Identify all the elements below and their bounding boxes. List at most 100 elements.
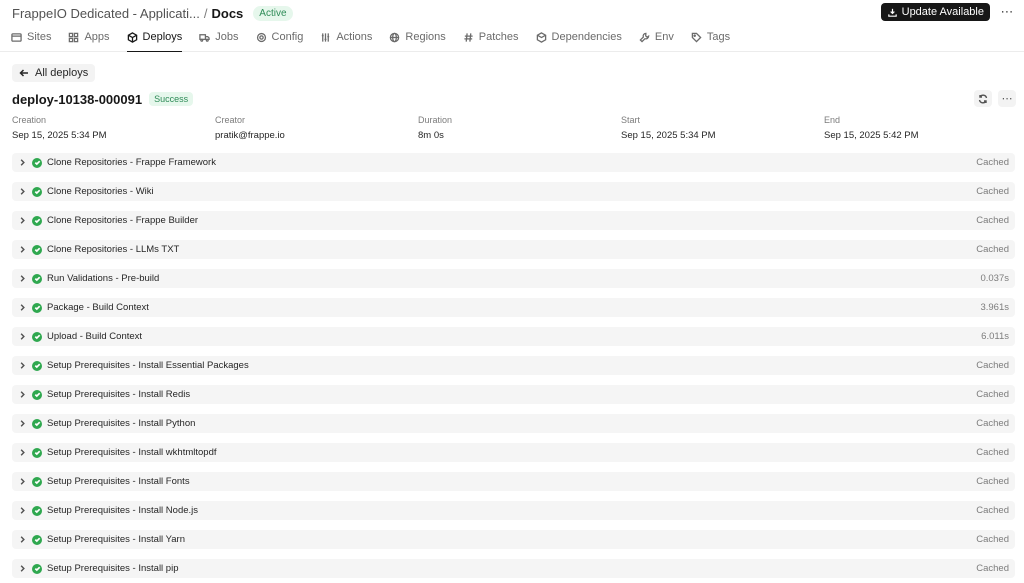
- update-available-label: Update Available: [901, 6, 984, 18]
- step-title: Clone Repositories - LLMs TXT: [47, 244, 180, 255]
- tab-sites[interactable]: Sites: [11, 29, 60, 51]
- chevron-right-icon[interactable]: [18, 274, 27, 283]
- tab-tags[interactable]: Tags: [691, 29, 739, 51]
- check-circle-icon: [32, 563, 42, 574]
- tab-jobs[interactable]: Jobs: [199, 29, 247, 51]
- step-title: Clone Repositories - Wiki: [47, 186, 154, 197]
- tab-label: Regions: [405, 31, 446, 43]
- refresh-button[interactable]: [974, 90, 992, 107]
- breadcrumb-parent[interactable]: FrappeIO Dedicated - Applicati...: [12, 6, 200, 21]
- deploy-step[interactable]: Setup Prerequisites - Install Yarn Cache…: [12, 530, 1015, 549]
- hash-icon: [464, 32, 473, 42]
- step-status: Cached: [976, 389, 1009, 400]
- meta-label: End: [824, 115, 841, 125]
- step-title: Setup Prerequisites - Install Yarn: [47, 534, 185, 545]
- meta-duration: Duration 8m 0s: [418, 113, 621, 147]
- chevron-right-icon[interactable]: [18, 535, 27, 544]
- tab-deploys[interactable]: Deploys: [126, 29, 192, 52]
- chevron-right-icon[interactable]: [18, 158, 27, 167]
- tab-regions[interactable]: Regions: [389, 29, 454, 51]
- check-circle-icon: [32, 505, 42, 516]
- tab-label: Jobs: [215, 31, 239, 43]
- step-status: Cached: [976, 447, 1009, 458]
- step-title: Upload - Build Context: [47, 331, 143, 342]
- step-status: Cached: [976, 157, 1009, 168]
- update-available-button[interactable]: Update Available: [880, 3, 990, 21]
- breadcrumb: FrappeIO Dedicated - Applicati... / Docs…: [12, 5, 293, 21]
- deploy-step[interactable]: Clone Repositories - Frappe Builder Cach…: [12, 211, 1015, 230]
- all-deploys-button[interactable]: All deploys: [12, 64, 96, 82]
- deploy-step[interactable]: Setup Prerequisites - Install Essential …: [12, 356, 1015, 375]
- check-circle-icon: [32, 244, 42, 255]
- step-status: Cached: [976, 418, 1009, 429]
- deploy-step[interactable]: Upload - Build Context 6.011s: [12, 327, 1015, 346]
- tag-icon: [691, 32, 702, 43]
- tab-actions[interactable]: Actions: [320, 29, 381, 51]
- step-status: Cached: [976, 215, 1009, 226]
- chevron-right-icon[interactable]: [18, 419, 27, 428]
- tab-apps[interactable]: Apps: [68, 29, 118, 51]
- check-circle-icon: [32, 157, 42, 168]
- deploy-step[interactable]: Package - Build Context 3.961s: [12, 298, 1015, 317]
- deploy-step[interactable]: Run Validations - Pre-build 0.037s: [12, 269, 1015, 288]
- step-title: Clone Repositories - Frappe Framework: [47, 157, 216, 168]
- more-actions-button[interactable]: ⋯: [998, 90, 1016, 107]
- tab-label: Deploys: [142, 31, 183, 43]
- tab-dependencies[interactable]: Dependencies: [536, 29, 631, 51]
- deploy-step[interactable]: Setup Prerequisites - Install Node.js Ca…: [12, 501, 1015, 520]
- deploy-step[interactable]: Setup Prerequisites - Install wkhtmltopd…: [12, 443, 1015, 462]
- step-title: Setup Prerequisites - Install Fonts: [47, 476, 190, 487]
- tab-label: Sites: [27, 31, 52, 43]
- chevron-right-icon[interactable]: [18, 390, 27, 399]
- step-title: Setup Prerequisites - Install Node.js: [47, 505, 199, 516]
- tab-label: Env: [654, 31, 674, 43]
- deploy-step[interactable]: Clone Repositories - LLMs TXT Cached: [12, 240, 1015, 259]
- meta-creator: Creator pratik@frappe.io: [215, 113, 418, 147]
- deploy-step[interactable]: Setup Prerequisites - Install pip Cached: [12, 559, 1015, 578]
- chevron-right-icon[interactable]: [18, 216, 27, 225]
- tab-config[interactable]: Config: [256, 29, 313, 51]
- tab-label: Actions: [336, 31, 373, 43]
- chevron-right-icon[interactable]: [18, 245, 27, 254]
- tab-label: Tags: [706, 31, 731, 43]
- deploy-title: deploy-10138-000091: [12, 91, 143, 107]
- chevron-right-icon[interactable]: [18, 564, 27, 573]
- chevron-right-icon[interactable]: [18, 506, 27, 515]
- meta-label: Creation: [12, 115, 47, 125]
- chevron-right-icon[interactable]: [18, 477, 27, 486]
- deploy-step[interactable]: Setup Prerequisites - Install Python Cac…: [12, 414, 1015, 433]
- step-status: Cached: [976, 534, 1009, 545]
- more-horizontal-icon[interactable]: ⋯: [998, 3, 1016, 21]
- meta-label: Start: [621, 115, 641, 125]
- chevron-right-icon[interactable]: [18, 303, 27, 312]
- check-circle-icon: [32, 302, 42, 313]
- step-title: Setup Prerequisites - Install Redis: [47, 389, 191, 400]
- check-circle-icon: [32, 273, 42, 284]
- deploy-step[interactable]: Clone Repositories - Frappe Framework Ca…: [12, 153, 1015, 172]
- deploy-header: deploy-10138-000091 Success ⋯: [0, 85, 1024, 113]
- meta-end: End Sep 15, 2025 5:42 PM: [824, 113, 1024, 147]
- check-circle-icon: [32, 360, 42, 371]
- deploy-step[interactable]: Clone Repositories - Wiki Cached: [12, 182, 1015, 201]
- step-status: Cached: [976, 360, 1009, 371]
- step-status: Cached: [976, 505, 1009, 516]
- deploy-step[interactable]: Setup Prerequisites - Install Redis Cach…: [12, 385, 1015, 404]
- tab-label: Patches: [478, 31, 519, 43]
- check-circle-icon: [32, 215, 42, 226]
- chevron-right-icon[interactable]: [18, 187, 27, 196]
- gear-icon: [256, 32, 266, 42]
- deploy-step[interactable]: Setup Prerequisites - Install Fonts Cach…: [12, 472, 1015, 491]
- step-status: Cached: [976, 476, 1009, 487]
- chevron-right-icon[interactable]: [18, 448, 27, 457]
- status-badge: Active: [253, 5, 293, 21]
- chevron-right-icon[interactable]: [18, 332, 27, 341]
- chevron-right-icon[interactable]: [18, 361, 27, 370]
- check-circle-icon: [32, 331, 42, 342]
- sliders-icon: [322, 32, 330, 42]
- top-bar: FrappeIO Dedicated - Applicati... / Docs…: [0, 0, 1024, 26]
- globe-icon: [390, 32, 400, 42]
- tab-label: Apps: [84, 31, 110, 43]
- tab-patches[interactable]: Patches: [463, 29, 528, 51]
- step-status: 0.037s: [980, 273, 1009, 284]
- tab-env[interactable]: Env: [639, 29, 683, 51]
